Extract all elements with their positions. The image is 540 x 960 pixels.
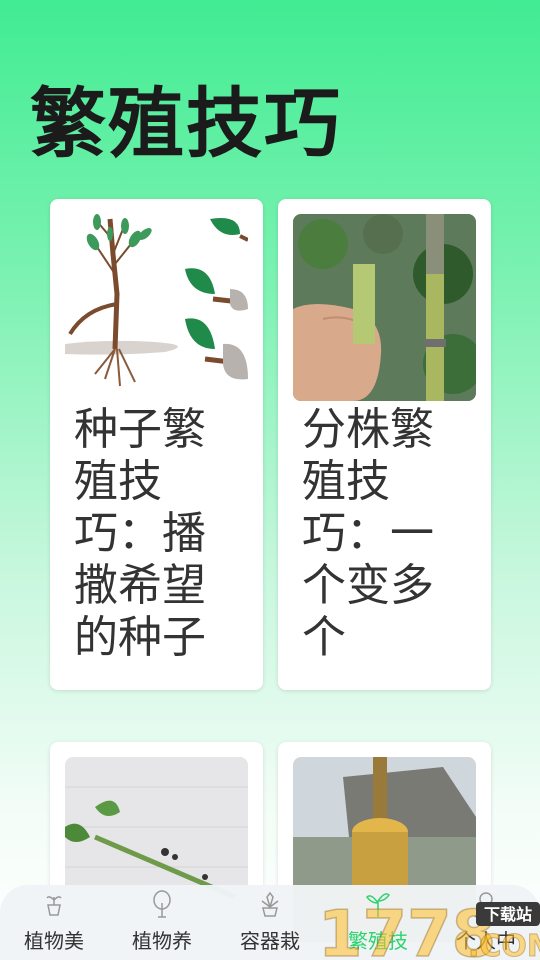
watermark-logo: 1778 .COM 下载站	[318, 898, 540, 960]
tree-icon	[153, 890, 171, 918]
article-title: 种子繁殖技巧：播撒希望的种子	[74, 404, 206, 663]
article-title: 分株繁殖技巧：一个变多个	[302, 404, 434, 663]
article-thumbnail	[65, 214, 248, 401]
tab-container[interactable]: 容器栽	[216, 885, 324, 960]
tab-plant-beauty[interactable]: 植物美	[0, 885, 108, 960]
tab-plant-care[interactable]: 植物养	[108, 885, 216, 960]
article-thumbnail	[293, 214, 476, 401]
potted-plant-icon	[46, 896, 62, 916]
tab-label: 植物美	[24, 929, 84, 953]
svg-text:.COM: .COM	[468, 929, 540, 960]
article-card-seed[interactable]: 种子繁殖技巧：播撒希望的种子	[50, 199, 263, 690]
tab-label: 容器栽	[240, 929, 300, 953]
svg-text:下载站: 下载站	[484, 905, 532, 924]
page-title: 繁殖技巧	[30, 79, 342, 168]
succulent-icon	[261, 891, 279, 917]
tab-label: 植物养	[132, 929, 192, 953]
article-card-division[interactable]: 分株繁殖技巧：一个变多个	[278, 199, 491, 690]
